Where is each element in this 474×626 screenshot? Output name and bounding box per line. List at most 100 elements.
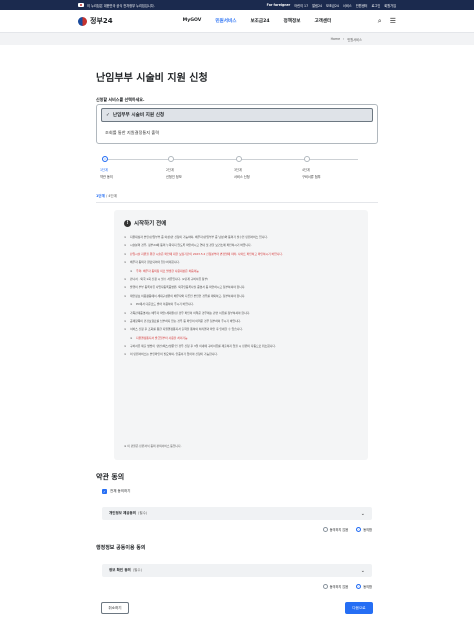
nav-subsidy[interactable]: 보조금24 [250, 18, 269, 24]
logo-text: 정부24 [90, 17, 113, 25]
step-dot [168, 156, 174, 162]
step-1: 1단계 약관 동의 [100, 156, 113, 179]
terms-accordion-info-check[interactable]: 정보 확인 동의 (필수) ⌄ [102, 564, 372, 577]
page-title: 난임부부 시술비 지원 신청 [96, 73, 208, 84]
guide-item: 가족관계증명서는 배우자 확인(세대원)된 경우 확인이 어려운 경우에는 관련… [124, 311, 358, 315]
step-dot [102, 156, 108, 162]
step-number: 2단계 [166, 168, 174, 172]
utility-links: For foreigner 어린이 17 알림24 보조금24 서비스 민원센터… [267, 3, 396, 8]
guide-item: 지원결정통지서 발급일부터 사용을 처리가능 [124, 336, 358, 340]
link-signup[interactable]: 회원가입 [384, 3, 396, 8]
step-indicator: 1단계 약관 동의 2단계 신청인 정보 3단계 서비스 신청 4단계 구비서류… [96, 156, 378, 182]
radio-circle-selected [356, 584, 362, 589]
agree-all-checkbox[interactable]: ✓ 전체 동의하기 [102, 489, 130, 494]
chevron-down-icon[interactable]: ⌄ [361, 568, 365, 574]
link-login[interactable]: 로그인 [371, 3, 380, 8]
radio-agree[interactable]: 동의함 [356, 584, 372, 589]
guide-item: 시술분의 경우, 정부24에 동의 누락되지 않도록 확인하시고 연내 및 관할… [124, 243, 358, 247]
step-number: 4단계 [302, 168, 310, 172]
step-4: 4단계 구비서류 첨부 [302, 156, 321, 179]
breadcrumb-separator: › [343, 37, 345, 41]
site-header: 정부24 MyGOV 민원서비스 보조금24 정책정보 고객센터 ⌕ ☰ [0, 10, 474, 33]
guide-title-text: 시작하기 전에 [134, 221, 167, 227]
radio-circle-selected [356, 527, 362, 532]
header-icons: ⌕ ☰ [378, 17, 396, 26]
nav-mygov[interactable]: MyGOV [183, 18, 202, 24]
guide-item: 제안정보 이용활동에서 세대구성원이 배우자와 다른인 본인인 경우를 제외하고… [124, 294, 358, 298]
nav-policy[interactable]: 정책정보 [284, 18, 301, 24]
guide-item: 발행이 부부 등록서류 사업자등록증명원, 외국인등록사실 증명서 등 확인하시… [124, 285, 358, 289]
divider [96, 202, 378, 203]
cancel-button[interactable]: 취소하기 [101, 602, 129, 614]
guide-item: 난임시술 지원을 위한 시술은 확인에 대한 보장기간이 2023.5.2 신청… [124, 252, 358, 256]
guide-item: 서비스 신청 후 조회를 통한 지원결정통지서 출력을 통하여 처리결과 확인 … [124, 327, 358, 331]
step-3: 3단계 서비스 신청 [234, 156, 250, 179]
radio-label: 동의함 [363, 585, 372, 589]
info-icon: ! [124, 219, 131, 227]
guide-item: 배우자 동의가 완료되어야 접수처리됩니다. [124, 260, 358, 264]
guide-item: 주의: 배우자 동의창 미로 발생한 사용대상은 처음이능 [124, 269, 358, 273]
gov-notice: 이 누리집은 대한민국 공식 전자정부 누리집입니다. [78, 3, 155, 8]
privacy-consent-radios: 동의하지 않음 동의함 [322, 527, 372, 532]
terms-item-label: 정보 확인 동의 [109, 568, 131, 572]
next-button[interactable]: 다음으로 [345, 602, 373, 614]
service-option[interactable]: 조회를 통한 지원결정통지 출력 [105, 130, 159, 136]
guide-item: 공제항목이 건강보험료를 납부하지 않는 경우 등 확인이 어려운 경우 첨부하… [124, 319, 358, 323]
step-2: 2단계 신청인 정보 [166, 156, 182, 179]
step-counter: 1단계 / 4단계 [96, 194, 117, 199]
terms-accordion-privacy[interactable]: 개인정보 제공동의 (필수) ⌄ [102, 507, 372, 520]
step-name: 신청인 정보 [166, 175, 182, 179]
step-name: 약관 동의 [100, 175, 113, 179]
guide-item: 지원대상자 본인(난임부부 중 여성)만 신청이 가능하며, 배우자(난임부부 … [124, 235, 358, 239]
breadcrumb-home[interactable]: Home [331, 37, 340, 41]
step-number: 3단계 [234, 168, 242, 172]
breadcrumb: Home › 민원서비스 [0, 33, 474, 45]
terms-title: 약관 동의 [96, 473, 125, 481]
select-label: 신청할 서비스를 선택하세요. [96, 97, 145, 102]
breadcrumb-current[interactable]: 민원서비스 [347, 37, 362, 42]
search-icon[interactable]: ⌕ [378, 17, 382, 26]
radio-disagree[interactable]: 동의하지 않음 [322, 527, 349, 532]
top-utility-bar: 이 누리집은 대한민국 공식 전자정부 누리집입니다. For foreigne… [0, 0, 474, 10]
link-kids[interactable]: 어린이 17 [294, 3, 308, 8]
menu-icon[interactable]: ☰ [390, 17, 396, 25]
step-counter-current: 1단계 [96, 194, 105, 198]
chevron-down-icon[interactable]: ⌄ [361, 511, 365, 517]
gov-notice-text: 이 누리집은 대한민국 공식 전자정부 누리집입니다. [87, 3, 155, 8]
admin-info-title: 행정정보 공동이용 동의 [96, 545, 146, 551]
site-logo[interactable]: 정부24 [78, 16, 113, 26]
service-option-selected[interactable]: ✓ 난임부부 시술비 지원 신청 [101, 108, 373, 122]
radio-label: 동의함 [363, 528, 372, 532]
service-option-label: 난임부부 시술비 지원 신청 [112, 113, 165, 118]
nav-civil-service[interactable]: 민원서비스 [215, 18, 236, 24]
link-foreigner[interactable]: For foreigner [267, 3, 291, 7]
link-center[interactable]: 민원센터 [356, 3, 368, 8]
radio-label: 동의하지 않음 [329, 528, 349, 532]
terms-item-tag: (필수) [137, 511, 148, 515]
step-number: 1단계 [100, 168, 108, 172]
guide-item: PC에서 다운로드 받아 이용하여 주시기 바랍니다. [124, 302, 358, 306]
nav-support[interactable]: 고객센터 [314, 18, 331, 24]
link-alert[interactable]: 알림24 [312, 3, 322, 8]
guide-title: ! 시작하기 전에 [124, 219, 358, 227]
radio-circle [322, 584, 328, 589]
guide-item: 이 민원서비스는 본인확인이 필요하며, 인증서가 있어야 신청이 가능합니다. [124, 352, 358, 356]
link-service[interactable]: 서비스 [343, 3, 352, 8]
service-select[interactable]: ✓ 난임부부 시술비 지원 신청 조회를 통한 지원결정통지 출력 [96, 104, 378, 144]
link-subsidy[interactable]: 보조금24 [326, 3, 339, 8]
radio-disagree[interactable]: 동의하지 않음 [322, 584, 348, 589]
guide-item: 구비서류 제출 방법이 '관련(팩스)방문'인 경우 신청 후 3일 이내에 구… [124, 344, 358, 348]
step-dot [304, 156, 310, 162]
step-dot [236, 156, 242, 162]
step-name: 서비스 신청 [234, 175, 250, 179]
guide-list: 지원대상자 본인(난임부부 중 여성)만 신청이 가능하며, 배우자(난임부부 … [124, 235, 358, 357]
check-icon: ✓ [106, 112, 110, 118]
info-consent-radios: 동의하지 않음 동의함 [322, 584, 372, 589]
flag-icon [78, 3, 84, 7]
guide-box: ! 시작하기 전에 지원대상자 본인(난임부부 중 여성)만 신청이 가능하며,… [114, 210, 368, 460]
main-content: 난임부부 시술비 지원 신청 신청할 서비스를 선택하세요. ✓ 난임부부 시술… [96, 62, 378, 614]
main-nav: MyGOV 민원서비스 보조금24 정책정보 고객센터 [183, 18, 332, 24]
agree-all-label: 전체 동의하기 [110, 489, 131, 493]
terms-item-tag: (필수) [132, 568, 142, 572]
radio-agree[interactable]: 동의함 [356, 527, 372, 532]
